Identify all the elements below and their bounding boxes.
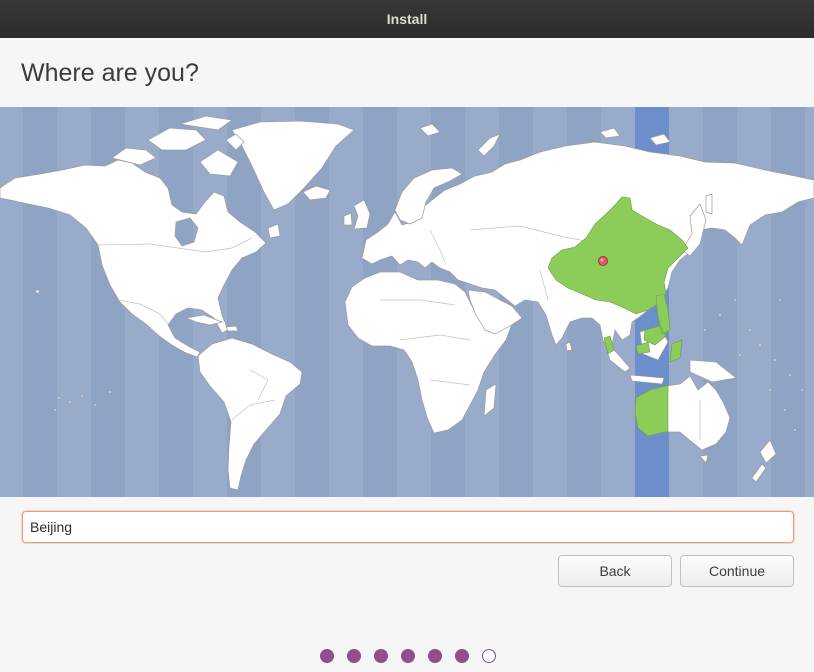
step-progress <box>320 649 496 663</box>
location-pin-icon <box>598 256 608 266</box>
progress-dot <box>428 649 442 663</box>
progress-dot <box>401 649 415 663</box>
back-button[interactable]: Back <box>558 555 672 587</box>
progress-dot <box>455 649 469 663</box>
window-title: Install <box>386 11 428 27</box>
location-pin-marker <box>598 256 608 266</box>
continue-button[interactable]: Continue <box>680 555 794 587</box>
progress-dot <box>482 649 496 663</box>
progress-dot <box>320 649 334 663</box>
window-titlebar: Install <box>0 0 814 38</box>
timezone-map-canvas[interactable] <box>0 107 814 497</box>
progress-dot <box>374 649 388 663</box>
page-header: Where are you? <box>0 38 814 107</box>
location-input[interactable] <box>22 511 794 543</box>
progress-dot <box>347 649 361 663</box>
timezone-map[interactable] <box>0 107 814 497</box>
page-title: Where are you? <box>21 59 199 87</box>
location-pin-highlight <box>600 258 604 262</box>
timezone-stripe <box>805 107 814 497</box>
timezone-stripe <box>0 107 23 497</box>
